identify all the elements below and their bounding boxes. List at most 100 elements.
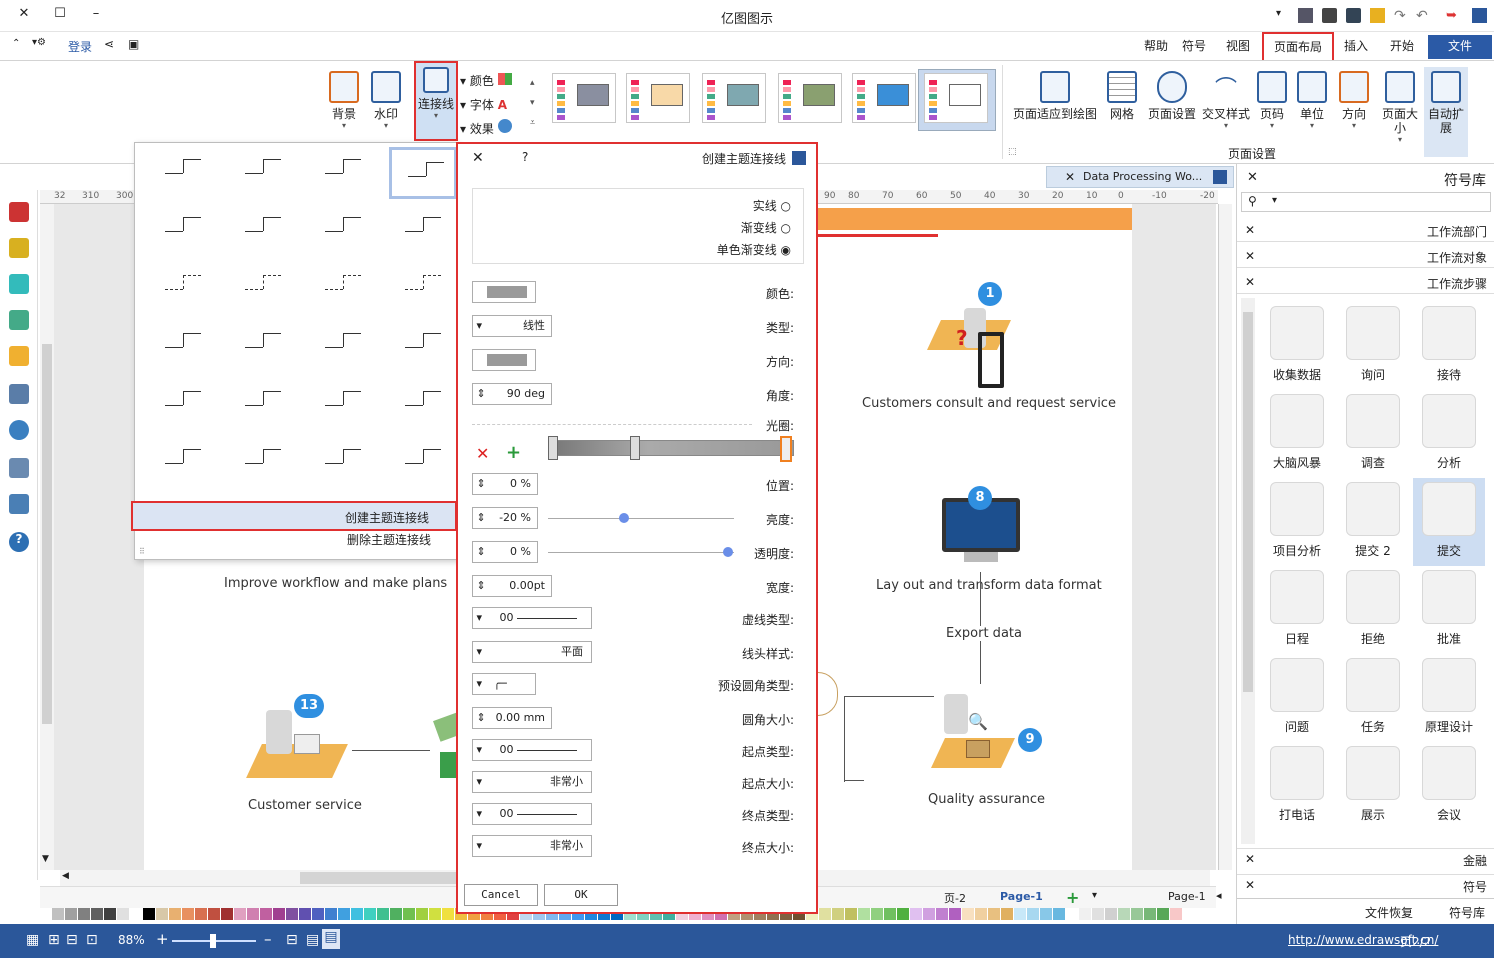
category-close-icon[interactable]: ✕ <box>1245 275 1255 289</box>
connector-style-option[interactable] <box>309 321 377 373</box>
color-swatch[interactable] <box>351 908 363 920</box>
page-tab-active[interactable]: Page-1 <box>1000 890 1043 903</box>
add-stop-icon[interactable]: + <box>506 442 521 463</box>
node-label[interactable]: Customer service <box>248 798 362 813</box>
color-swatch[interactable] <box>403 908 415 920</box>
comment-icon[interactable] <box>9 494 29 514</box>
tab-file[interactable]: 文件 <box>1428 35 1492 59</box>
color-swatch[interactable] <box>91 908 103 920</box>
scroll-left-icon[interactable]: ◀ <box>62 871 69 881</box>
connector-style-option[interactable] <box>389 379 457 431</box>
layout-icon[interactable]: ▤ <box>306 932 319 948</box>
vertical-scrollbar[interactable]: ▼ <box>40 204 54 870</box>
brightness-slider-knob[interactable] <box>619 513 630 523</box>
transparency-spinner[interactable]: ⇕ 0 % <box>472 541 538 563</box>
category-row[interactable]: ✕ 符号 <box>1237 874 1494 896</box>
begin-size-select[interactable]: ▾ 非常小 <box>472 771 592 793</box>
auto-expand-button[interactable]: 自动扩展 <box>1424 67 1468 157</box>
gradient-bar[interactable] <box>550 440 794 456</box>
options-dropdown-icon[interactable]: ▾⚙ <box>32 37 46 48</box>
connector-style-option[interactable] <box>309 147 377 199</box>
tab-view[interactable]: 视图 <box>1216 35 1260 59</box>
symbol-item[interactable]: 原理设计 <box>1413 654 1485 742</box>
image-icon[interactable] <box>9 310 29 330</box>
view-mode-icon[interactable]: ▤ <box>322 929 340 949</box>
color-swatch[interactable] <box>1066 908 1078 920</box>
symbol-item[interactable]: 问题 <box>1261 654 1333 742</box>
theme-option[interactable] <box>552 73 616 123</box>
zoom-slider-knob[interactable] <box>209 934 216 948</box>
grid-button[interactable]: 网格 <box>1100 67 1144 157</box>
zoom-out-icon[interactable]: – <box>264 930 272 948</box>
cross-style-button[interactable]: ⌒ 交叉样式 ▾ <box>1200 67 1252 157</box>
connector-style-option[interactable] <box>149 437 217 489</box>
color-swatch[interactable] <box>1079 908 1091 920</box>
category-close-icon[interactable]: ✕ <box>1245 852 1255 866</box>
connector-style-option[interactable] <box>149 379 217 431</box>
theme-option[interactable] <box>852 73 916 123</box>
fit-to-drawing-button[interactable]: 页面适应到绘图 <box>1010 67 1100 157</box>
presentation-icon[interactable]: ⊟ <box>286 932 298 948</box>
tab-symbols[interactable]: 符号 <box>1172 35 1216 59</box>
page-size-button[interactable]: 页面大小 ▾ <box>1378 67 1422 157</box>
transparency-slider[interactable] <box>548 552 734 553</box>
scroll-down-icon[interactable]: ▼ <box>42 854 49 864</box>
color-swatch[interactable] <box>1118 908 1130 920</box>
page-tab[interactable]: 页-2 <box>944 890 966 906</box>
category-row[interactable]: ✕ 工作流部门 <box>1237 220 1494 242</box>
cap-select[interactable]: ▾ 平面 <box>472 641 592 663</box>
color-swatch[interactable] <box>143 908 155 920</box>
color-swatch[interactable] <box>416 908 428 920</box>
print-icon[interactable] <box>1322 8 1337 23</box>
undo-icon[interactable]: ↶ <box>1416 8 1431 24</box>
doc-tab[interactable]: ✕ Data Processing Wo... <box>1046 166 1234 188</box>
color-swatch[interactable] <box>936 908 948 920</box>
connector-style-option[interactable] <box>309 263 377 315</box>
end-type-select[interactable]: ▾ 00 <box>472 803 592 825</box>
theme-option[interactable] <box>702 73 766 123</box>
symbol-item[interactable]: 提交 <box>1413 478 1485 566</box>
customize-toolbar-icon[interactable]: ▾ <box>1276 8 1291 23</box>
symbol-item[interactable]: 拒绝 <box>1337 566 1409 654</box>
gallery-icon[interactable]: ▣ <box>128 37 139 51</box>
connector-style-option[interactable] <box>149 147 217 199</box>
delete-theme-connector-item[interactable]: 删除主题连接线 <box>347 531 431 548</box>
connector-style-option[interactable] <box>229 263 297 315</box>
color-swatch[interactable] <box>364 908 376 920</box>
node-label[interactable]: Quality assurance <box>928 792 1045 807</box>
color-swatch[interactable] <box>1131 908 1143 920</box>
symbol-item[interactable]: 批准 <box>1413 566 1485 654</box>
page-number-button[interactable]: 页码 ▾ <box>1250 67 1294 157</box>
theme-option[interactable] <box>778 73 842 123</box>
add-page-icon[interactable]: + <box>1066 888 1079 907</box>
share-icon[interactable]: ⋖ <box>104 37 114 51</box>
color-swatch[interactable] <box>871 908 883 920</box>
direction-picker[interactable] <box>472 349 536 371</box>
back-icon[interactable]: ➥ <box>1446 8 1461 23</box>
color-swatch[interactable] <box>286 908 298 920</box>
font-button[interactable]: ▾ 字体 A <box>460 93 512 117</box>
person-shape[interactable] <box>266 710 292 754</box>
theme-option[interactable] <box>626 73 690 123</box>
color-swatch[interactable] <box>1053 908 1065 920</box>
layer-icon[interactable] <box>9 346 29 366</box>
connector-style-option[interactable] <box>309 379 377 431</box>
symbol-item[interactable]: 接待 <box>1413 302 1485 390</box>
node-label[interactable]: Improve workflow and make plans <box>224 576 447 591</box>
color-swatch[interactable] <box>1170 908 1182 920</box>
color-swatch[interactable] <box>910 908 922 920</box>
color-swatch[interactable] <box>923 908 935 920</box>
connector-line[interactable] <box>844 780 864 781</box>
color-swatch[interactable] <box>858 908 870 920</box>
scrollbar-thumb[interactable] <box>1243 312 1253 692</box>
remove-stop-icon[interactable]: ✕ <box>476 444 489 463</box>
connector-style-option[interactable] <box>389 437 457 489</box>
color-swatch[interactable] <box>182 908 194 920</box>
theme-option[interactable] <box>924 73 988 123</box>
color-swatch[interactable] <box>819 908 831 920</box>
connector-style-option[interactable] <box>309 205 377 257</box>
color-swatch[interactable] <box>1144 908 1156 920</box>
corner-type-select[interactable]: ▾ ╭─ <box>472 673 536 695</box>
color-swatch[interactable] <box>78 908 90 920</box>
zoom-slider[interactable] <box>172 934 256 948</box>
